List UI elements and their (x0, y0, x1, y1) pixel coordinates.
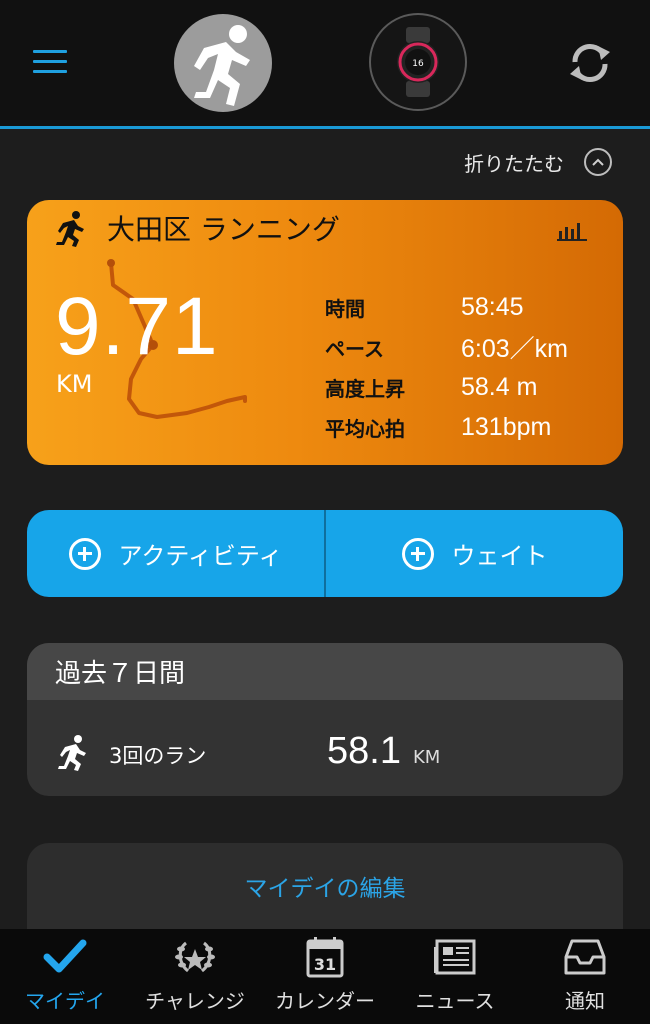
add-weight-label: ウェイト (451, 542, 548, 570)
add-activity-button[interactable]: アクティビティ (27, 510, 324, 597)
plus-circle-icon (68, 537, 101, 570)
weekly-run-summary: 3回のラン 58.1 KM (27, 700, 623, 796)
stat-row: 平均心拍 131bpm (325, 407, 568, 447)
nav-label: ニュース (415, 989, 495, 1013)
stat-label: 平均心拍 (325, 416, 405, 441)
stat-value: 6:03／km (461, 335, 568, 363)
stat-label: 時間 (325, 296, 365, 321)
nav-item-news[interactable]: ニュース (390, 929, 520, 1024)
last-7-days-card[interactable]: 過去７日間 3回のラン 58.1 KM (27, 643, 623, 796)
stat-label: 高度上昇 (325, 376, 405, 401)
add-activity-label: アクティビティ (118, 542, 283, 570)
nav-item-calendar[interactable]: 31 カレンダー (260, 929, 390, 1024)
watch-number: 16 (412, 59, 424, 69)
stat-value: 58.4 m (461, 372, 538, 401)
add-weight-button[interactable]: ウェイト (326, 510, 623, 597)
stat-value: 58:45 (461, 292, 524, 321)
hamburger-menu-icon[interactable] (33, 50, 67, 76)
edit-my-day-button[interactable]: マイデイの編集 (27, 843, 623, 929)
calendar-date: 31 (314, 955, 336, 974)
header-divider (0, 126, 650, 129)
stat-row: ペース 6:03／km (325, 327, 568, 367)
profile-avatar[interactable] (174, 14, 272, 112)
stat-value: 131bpm (461, 412, 552, 441)
edit-my-day-label: マイデイの編集 (244, 876, 406, 902)
weekly-distance-value: 58.1 (327, 730, 401, 772)
last-7-days-title: 過去７日間 (27, 643, 623, 700)
distance-unit: KM (56, 370, 93, 398)
nav-item-notifications[interactable]: 通知 (520, 929, 650, 1024)
device-button[interactable]: 16 (369, 13, 467, 111)
run-count-label: 3回のラン (109, 744, 207, 768)
activity-stats: 時間 58:45 ペース 6:03／km 高度上昇 58.4 m 平均心拍 13… (325, 287, 568, 447)
top-header: 16 (0, 0, 650, 126)
running-person-icon (194, 25, 250, 106)
collapse-label: 折りたたむ (464, 151, 564, 176)
nav-item-challenges[interactable]: チャレンジ (130, 929, 260, 1024)
plus-circle-icon (401, 537, 434, 570)
nav-label: カレンダー (275, 989, 375, 1013)
add-action-bar: アクティビティ ウェイト (27, 510, 623, 597)
nav-label: 通知 (565, 989, 605, 1013)
nav-label: チャレンジ (145, 989, 245, 1013)
bottom-navigation: マイデイ チャレンジ 31 カレンダー ニュース 通知 (0, 929, 650, 1024)
running-icon (56, 211, 84, 247)
checkmark-icon (43, 939, 87, 973)
bar-chart-icon[interactable] (557, 217, 587, 241)
distance-value: 9.71 (55, 281, 219, 372)
inbox-icon (564, 939, 606, 975)
running-icon (58, 735, 86, 771)
stat-row: 高度上昇 58.4 m (325, 367, 568, 407)
activity-card[interactable]: 大田区 ランニング 9.71 KM 時間 58:45 ペース 6:03／km 高… (27, 200, 623, 465)
newspaper-icon (434, 939, 476, 975)
weekly-distance-unit: KM (413, 747, 441, 768)
stat-label: ペース (325, 336, 384, 361)
collapse-toggle[interactable]: 折りたたむ (464, 146, 612, 178)
watch-icon: 16 (397, 27, 439, 97)
activity-title: 大田区 ランニング (107, 213, 340, 246)
calendar-icon: 31 (306, 937, 344, 978)
nav-label: マイデイ (25, 989, 105, 1013)
laurel-icon (175, 941, 215, 973)
nav-item-my-day[interactable]: マイデイ (0, 929, 130, 1024)
stat-row: 時間 58:45 (325, 287, 568, 327)
chevron-up-icon[interactable] (584, 148, 612, 176)
sync-icon[interactable] (565, 40, 615, 86)
